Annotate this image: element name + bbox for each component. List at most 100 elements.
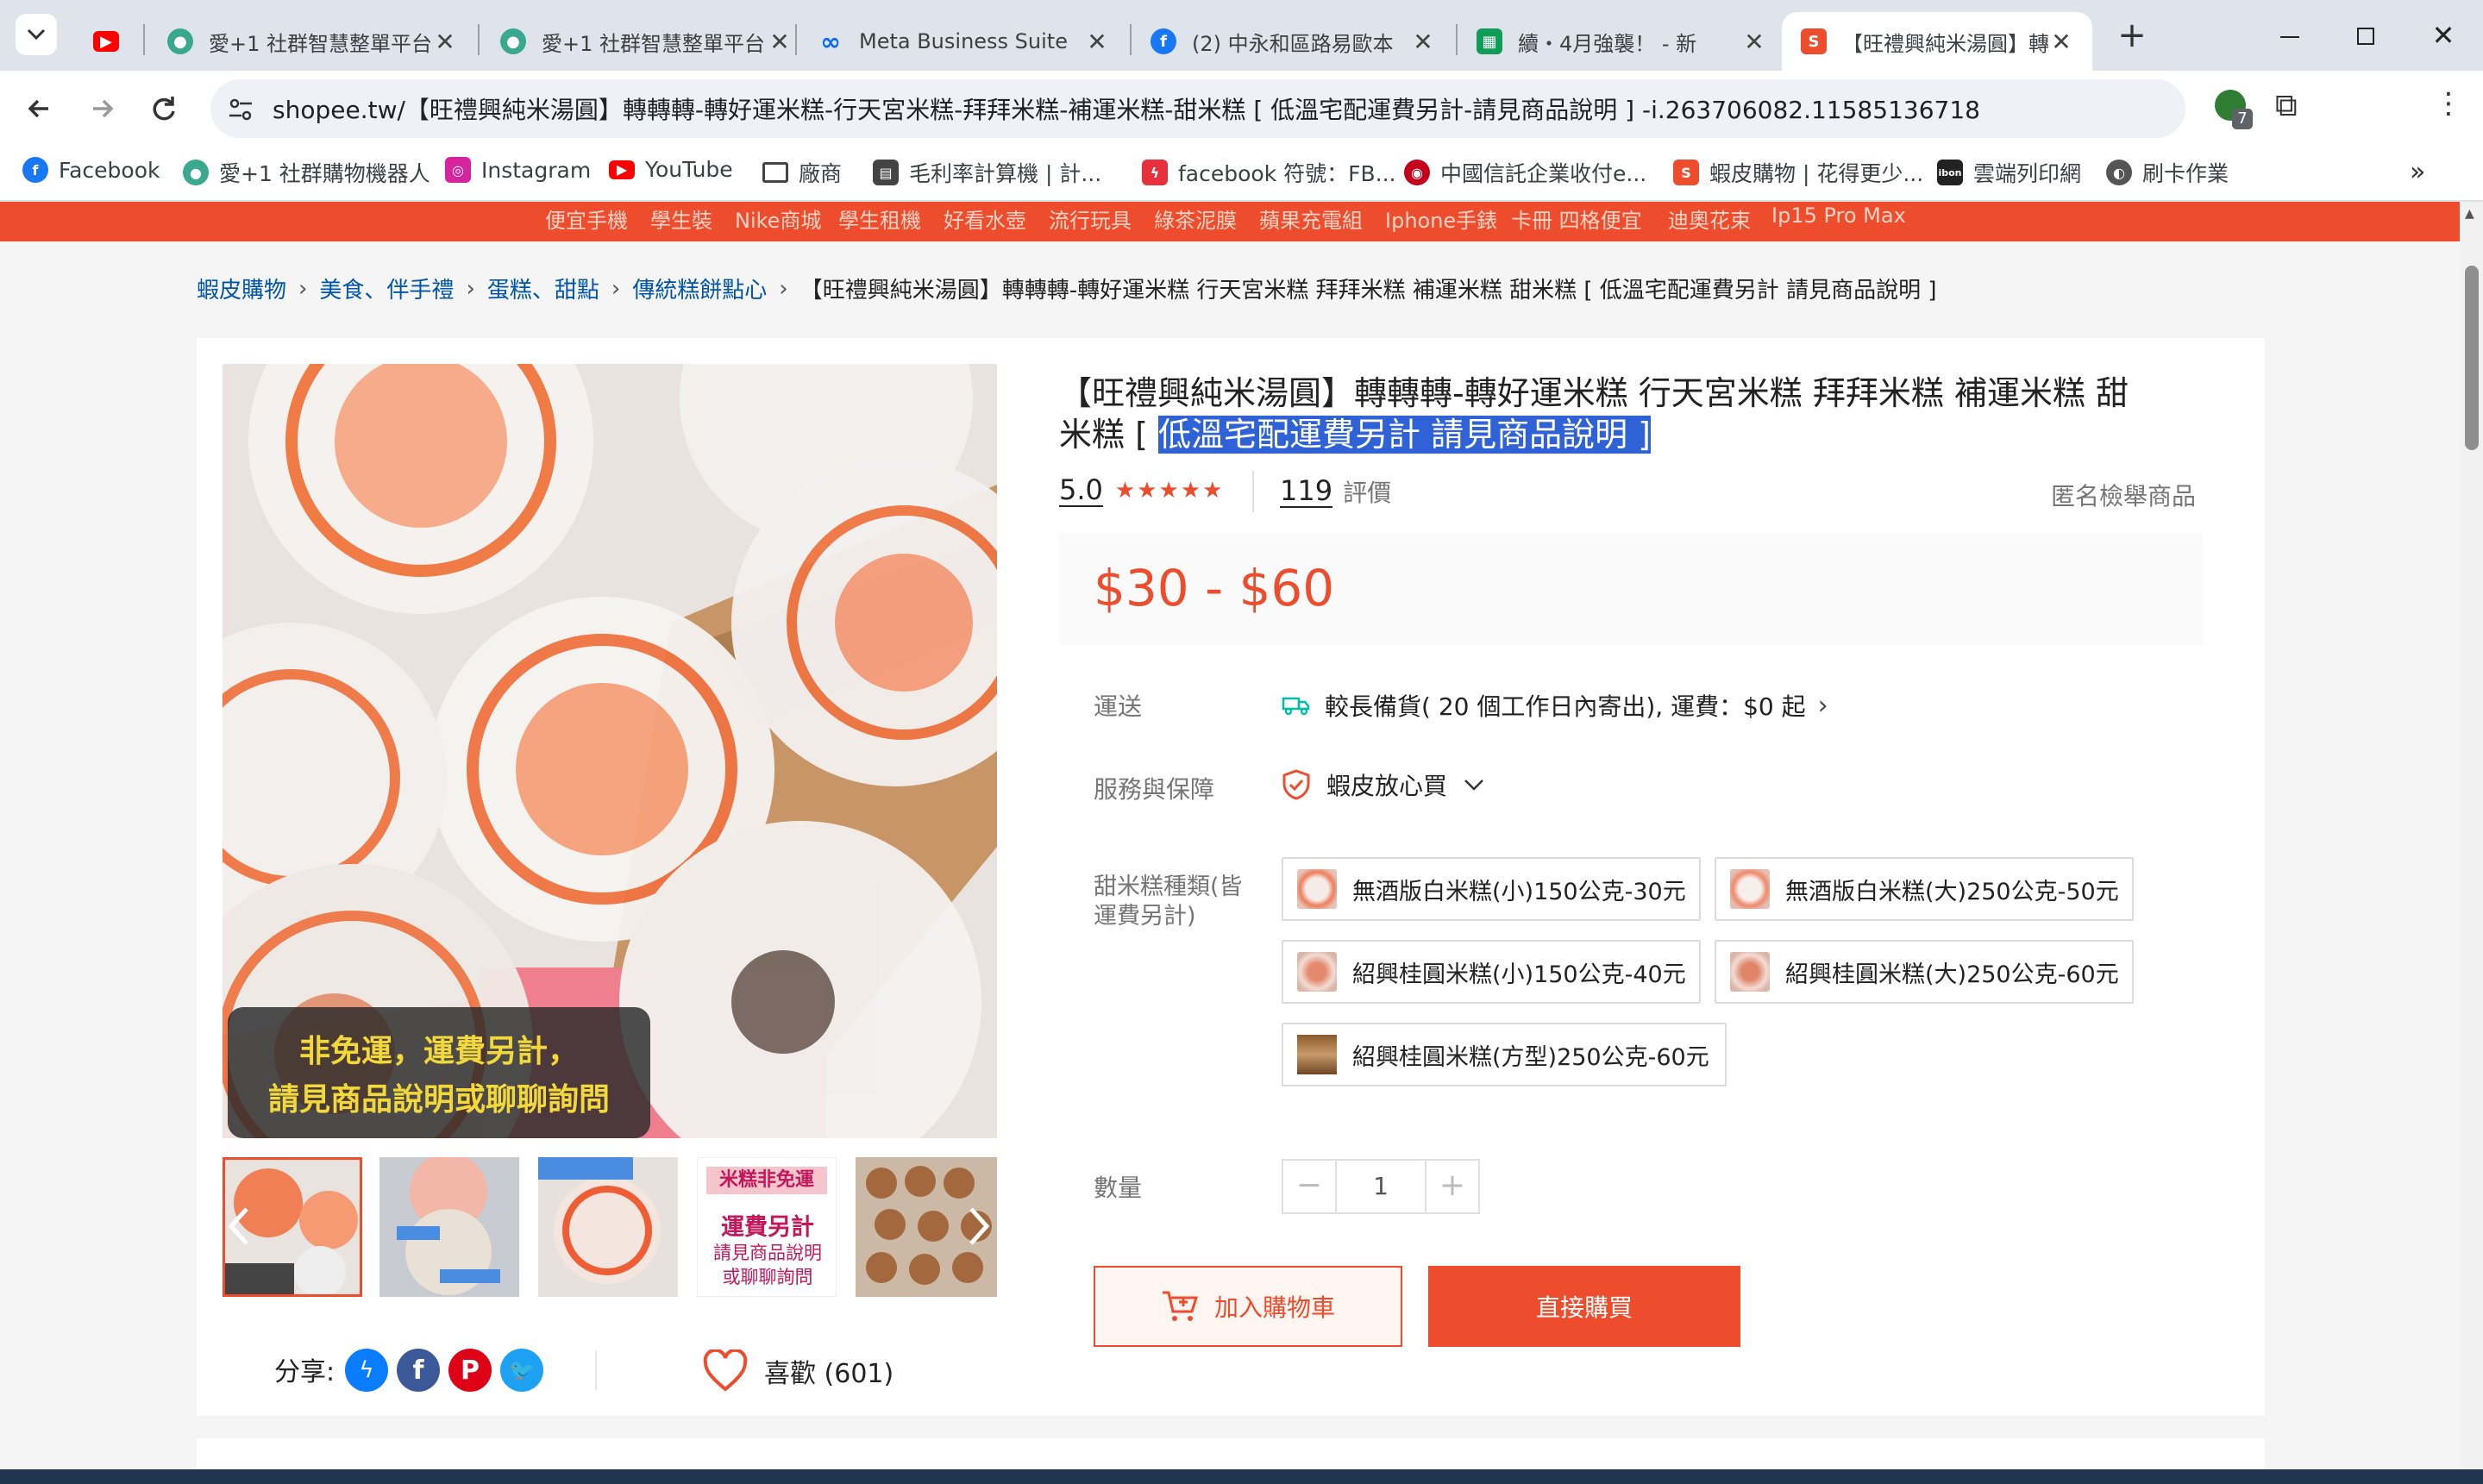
profile-avatar[interactable] <box>2336 91 2405 126</box>
service-guarantee-dropdown[interactable]: 蝦皮放心買 <box>1282 767 1485 802</box>
extension-icon[interactable]: 7 <box>2215 90 2253 129</box>
close-tab-icon[interactable]: ✕ <box>1085 28 1109 56</box>
quantity-increase-button[interactable]: + <box>1425 1161 1478 1212</box>
quantity-stepper: − 1 + <box>1282 1159 1480 1214</box>
minimize-button[interactable] <box>2268 17 2311 55</box>
bookmark-label: YouTube <box>645 157 733 182</box>
variant-thumbnail <box>1297 1035 1337 1074</box>
keyword-link[interactable]: 學生裝 <box>650 204 712 234</box>
product-main-image[interactable]: 非免運，運費另計， 請見商品說明或聊聊詢問 <box>223 364 997 1138</box>
breadcrumb-link[interactable]: 蝦皮購物 <box>197 272 286 304</box>
image-overlay-line2: 請見商品說明或聊聊詢問 <box>267 1082 610 1118</box>
twitter-share-icon[interactable]: 🐦 <box>500 1349 543 1392</box>
browser-tab[interactable]: ▶ <box>74 12 143 71</box>
bookmark-label: 廠商 <box>799 161 843 186</box>
browser-tab[interactable]: ● 愛+1 社群智慧整單平台 ✕ <box>481 12 811 71</box>
bookmark-youtube[interactable]: ▶ YouTube <box>609 157 733 182</box>
keyword-link[interactable]: 迪奧花束 <box>1668 204 1751 234</box>
extension-badge: 7 <box>2232 109 2253 129</box>
browser-tab-active[interactable]: S 【旺禮興純米湯圓】轉 ✕ <box>1782 12 2092 71</box>
keyword-link[interactable]: 蘋果充電組 <box>1259 204 1363 234</box>
close-tab-icon[interactable]: ✕ <box>433 28 457 56</box>
keyword-link[interactable]: Iphone手錶 <box>1385 204 1497 234</box>
arrow-left-icon <box>28 99 48 118</box>
keyword-link[interactable]: 綠茶泥膜 <box>1154 204 1237 234</box>
keyword-link[interactable]: Nike商城 <box>735 204 821 234</box>
bookmark-ctbc[interactable]: ◉ 中國信託企業收付e... <box>1404 157 1646 188</box>
variant-option[interactable]: 紹興桂圓米糕(方型)250公克-60元 <box>1282 1023 1727 1086</box>
quantity-decrease-button[interactable]: − <box>1283 1161 1337 1212</box>
rating-section[interactable]: 5.0 ★★★★★ <box>1059 474 1224 507</box>
instagram-icon: ◎ <box>445 157 471 183</box>
variant-thumbnail <box>1730 952 1770 992</box>
back-button[interactable] <box>19 88 60 129</box>
thumbnail-prev-button[interactable] <box>226 1200 252 1252</box>
new-tab-button[interactable]: + <box>2111 16 2153 57</box>
quantity-input[interactable]: 1 <box>1337 1161 1425 1212</box>
menu-kebab-icon[interactable]: ⋮ <box>2434 86 2463 129</box>
breadcrumb-link[interactable]: 傳統糕餅點心 <box>632 272 767 304</box>
tab-search-button[interactable] <box>16 14 57 55</box>
add-to-cart-button[interactable]: 加入購物車 <box>1094 1266 1402 1347</box>
keyword-link[interactable]: 卡冊 四格便宜 <box>1511 204 1642 234</box>
browser-tab[interactable]: ▦ 續・4月強襲！ - 新 ✕ <box>1458 12 1785 71</box>
bookmark-aiplus1[interactable]: ● 愛+1 社群購物機器人 <box>183 157 430 188</box>
bookmarks-overflow-icon[interactable]: » <box>2410 157 2425 187</box>
close-window-button[interactable]: ✕ <box>2422 14 2465 57</box>
thumbnail-next-button[interactable] <box>966 1200 992 1252</box>
variant-option[interactable]: 無酒版白米糕(小)150公克-30元 <box>1282 857 1701 921</box>
close-tab-icon[interactable]: ✕ <box>1411 28 1435 56</box>
keyword-link[interactable]: 便宜手機 <box>545 204 628 234</box>
puzzle-icon[interactable]: ⧉ <box>2275 88 2313 126</box>
forward-button[interactable] <box>81 88 122 129</box>
like-button[interactable]: 喜歡 (601) <box>702 1347 894 1395</box>
facebook-share-icon[interactable]: f <box>397 1349 440 1392</box>
buy-now-button[interactable]: 直接購買 <box>1428 1266 1740 1347</box>
variant-option[interactable]: 紹興桂圓米糕(小)150公克-40元 <box>1282 940 1701 1004</box>
thumb4-line4: 或聊聊詢問 <box>722 1267 813 1287</box>
report-link[interactable]: 匿名檢舉商品 <box>2051 478 2196 512</box>
scrollbar-thumb[interactable] <box>2465 266 2479 450</box>
close-tab-icon[interactable]: ✕ <box>2049 28 2073 56</box>
browser-tab[interactable]: ● 愛+1 社群智慧整單平台 ✕ <box>148 12 476 71</box>
site-info-icon[interactable] <box>226 95 255 124</box>
pinterest-share-icon[interactable]: P <box>448 1349 492 1392</box>
shipping-info[interactable]: 較長備貨( 20 個工作日內寄出), 運費：$0 起 › <box>1282 688 1828 723</box>
variant-thumbnail <box>1730 869 1770 909</box>
reload-button[interactable] <box>143 88 185 129</box>
browser-tab[interactable]: ∞ Meta Business Suite ✕ <box>799 12 1128 71</box>
product-title-line1: 【旺禮興純米湯圓】轉轉轉-轉好運米糕 行天宮米糕 拜拜米糕 補運米糕 甜 <box>1059 374 2129 412</box>
service-text: 蝦皮放心買 <box>1326 772 1448 800</box>
product-thumbnail[interactable]: 米糕非免運 運費另計 請見商品說明 或聊聊詢問 <box>697 1157 837 1297</box>
quantity-label: 數量 <box>1094 1174 1143 1202</box>
messenger-share-icon[interactable]: ϟ <box>345 1349 388 1392</box>
bookmark-shopee[interactable]: S 蝦皮購物 | 花得更少... <box>1673 157 1923 188</box>
arrow-right-icon <box>93 99 114 118</box>
close-tab-icon[interactable]: ✕ <box>1742 28 1766 56</box>
image-overlay-banner: 非免運，運費另計， 請見商品說明或聊聊詢問 <box>228 1007 650 1138</box>
product-thumbnail[interactable] <box>379 1157 519 1297</box>
variant-option-label: 紹興桂圓米糕(方型)250公克-60元 <box>1352 1043 1709 1071</box>
close-tab-icon[interactable]: ✕ <box>768 28 792 56</box>
address-bar[interactable]: shopee.tw/【旺禮興純米湯圓】轉轉轉-轉好運米糕-行天宮米糕-拜拜米糕-… <box>210 79 2185 138</box>
bookmark-instagram[interactable]: ◎ Instagram <box>445 157 591 183</box>
keyword-link[interactable]: 學生租機 <box>838 204 921 234</box>
bookmark-card[interactable]: ◐ 刷卡作業 <box>2106 157 2229 188</box>
product-thumbnail[interactable] <box>538 1157 678 1297</box>
variant-option[interactable]: 紹興桂圓米糕(大)250公克-60元 <box>1715 940 2134 1004</box>
breadcrumb-link[interactable]: 美食、伴手禮 <box>319 272 454 304</box>
browser-tab[interactable]: f (2) 中永和區路易歐本 ✕ <box>1132 12 1454 71</box>
keyword-link[interactable]: Ip15 Pro Max <box>1771 204 1906 228</box>
bookmark-ibon[interactable]: ibon 雲端列印網 <box>1937 157 2081 188</box>
breadcrumb-link[interactable]: 蛋糕、甜點 <box>487 272 599 304</box>
keyword-link[interactable]: 好看水壺 <box>944 204 1026 234</box>
add-to-cart-label: 加入購物車 <box>1213 1293 1335 1322</box>
bookmark-fb-symbols[interactable]: ϟ facebook 符號：FB... <box>1142 157 1396 188</box>
bookmark-facebook[interactable]: f Facebook <box>22 157 160 183</box>
reviews-link[interactable]: 119 評價 <box>1280 474 1391 509</box>
bookmark-folder[interactable]: 廠商 <box>762 157 842 188</box>
variant-option[interactable]: 無酒版白米糕(大)250公克-50元 <box>1715 857 2134 921</box>
keyword-link[interactable]: 流行玩具 <box>1049 204 1132 234</box>
maximize-button[interactable] <box>2344 17 2387 55</box>
bookmark-calculator[interactable]: ▤ 毛利率計算機 | 計... <box>873 157 1101 188</box>
